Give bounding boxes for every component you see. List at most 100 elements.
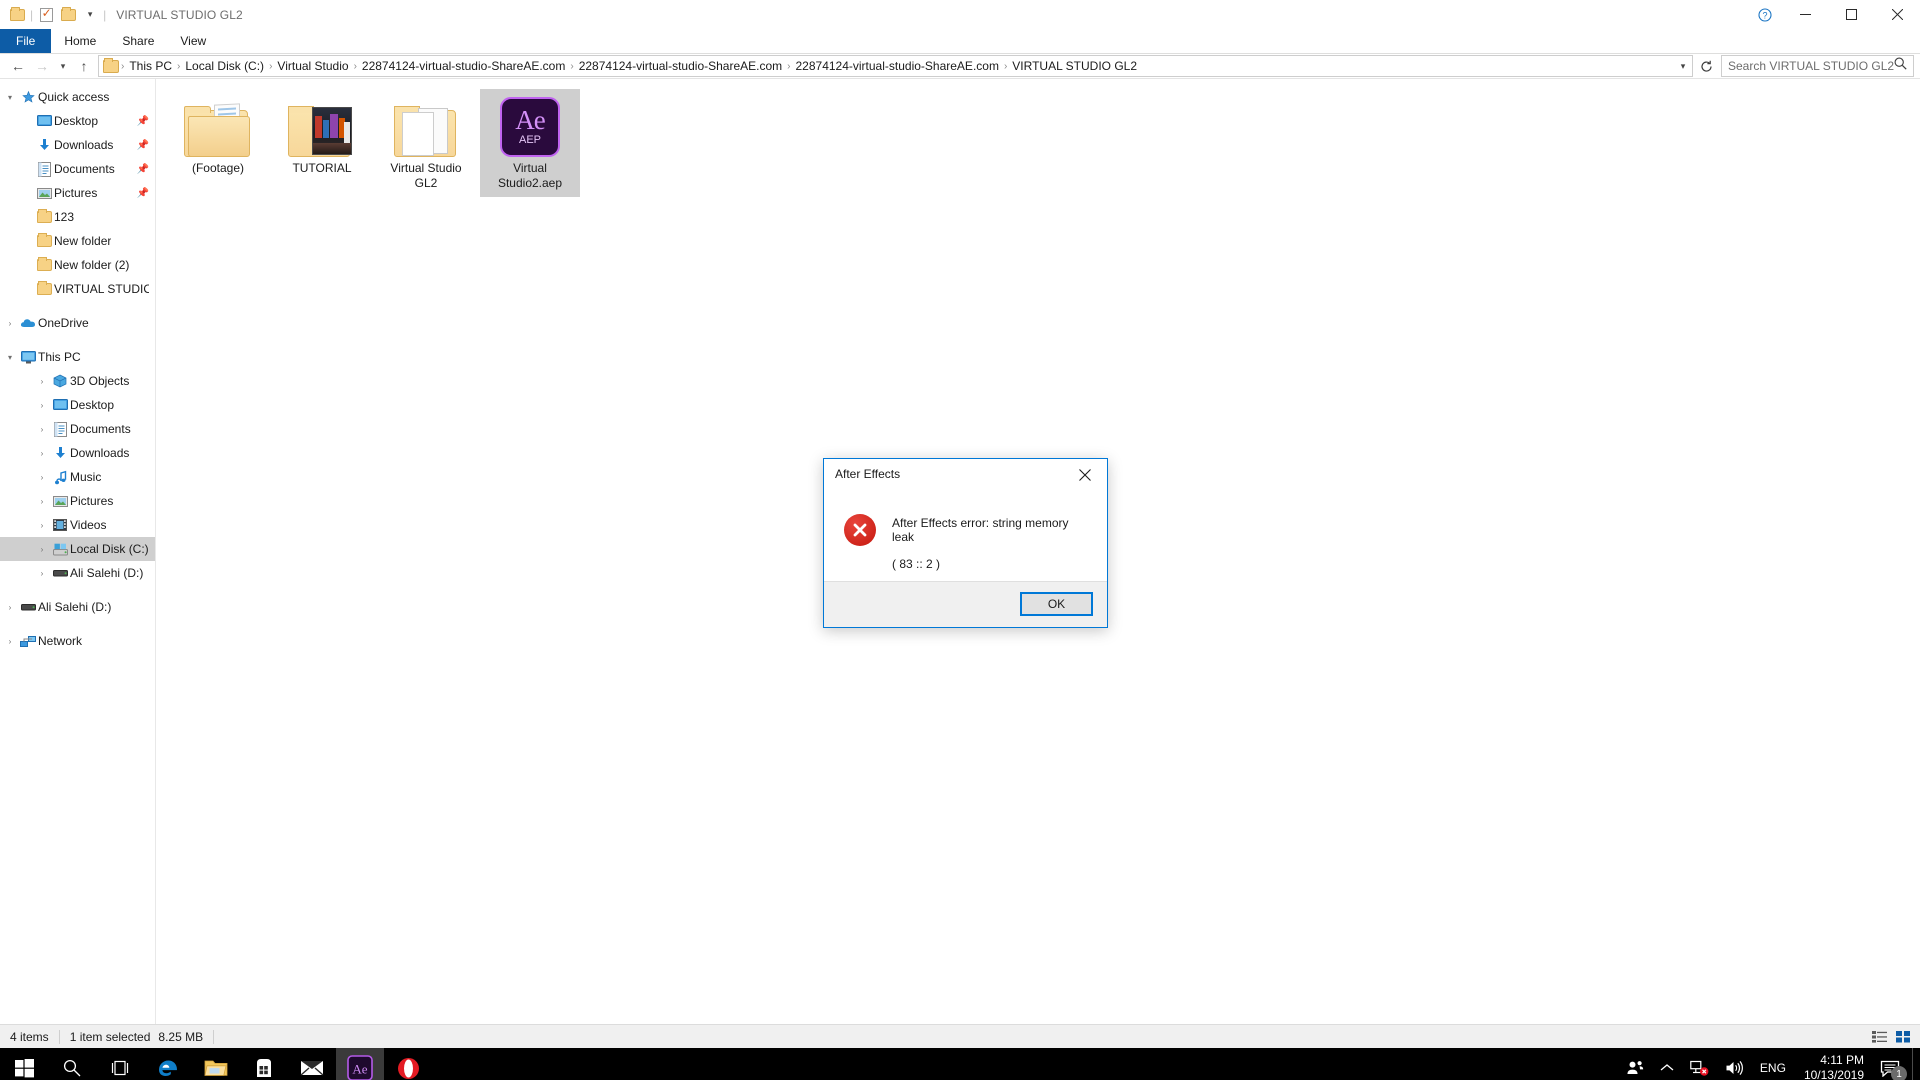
new-folder-icon[interactable] — [57, 4, 79, 26]
language-indicator[interactable]: ENG — [1752, 1048, 1794, 1080]
file-item-tutorial[interactable]: TUTORIAL — [272, 89, 372, 197]
sidebar-item-pc-desktop[interactable]: › Desktop — [0, 393, 155, 417]
sidebar-item-music[interactable]: › Music — [0, 465, 155, 489]
minimize-button[interactable] — [1782, 0, 1828, 29]
sidebar-item-pc-documents[interactable]: › Documents — [0, 417, 155, 441]
up-button[interactable]: ↑ — [72, 55, 96, 77]
search-box[interactable] — [1721, 55, 1914, 77]
chevron-right-icon[interactable]: › — [34, 473, 50, 482]
sidebar-item-desktop[interactable]: Desktop 📌 — [0, 109, 155, 133]
file-item-virtual-studio-gl2[interactable]: Virtual Studio GL2 — [376, 89, 476, 197]
breadcrumb-item-shareae-3[interactable]: 22874124-virtual-studio-ShareAE.com — [792, 59, 1003, 73]
file-grid: (Footage) TUTORIAL Virtual Studio GL2 Ae… — [166, 89, 1920, 197]
chevron-right-icon[interactable]: › — [34, 569, 50, 578]
sidebar-item-3d-objects[interactable]: › 3D Objects — [0, 369, 155, 393]
sidebar-item-new-folder[interactable]: New folder — [0, 229, 155, 253]
sidebar-item-123[interactable]: 123 — [0, 205, 155, 229]
chevron-right-icon[interactable]: › — [34, 545, 50, 554]
tab-view[interactable]: View — [167, 29, 219, 53]
nav-label: Videos — [70, 518, 107, 532]
pin-icon[interactable]: 📌 — [137, 164, 149, 175]
sidebar-item-virtual-studio-gl[interactable]: VIRTUAL STUDIO Gl — [0, 277, 155, 301]
after-effects-error-dialog[interactable]: After Effects After Effects error: strin… — [823, 458, 1108, 628]
chevron-right-icon[interactable]: › — [2, 603, 18, 612]
sidebar-item-network[interactable]: › Network — [0, 629, 155, 653]
recent-locations-button[interactable]: ▾ — [54, 55, 72, 77]
address-dropdown-icon[interactable]: ▾ — [1674, 56, 1692, 76]
clock[interactable]: 4:11 PM 10/13/2019 — [1794, 1048, 1874, 1080]
chevron-up-icon[interactable] — [1652, 1048, 1682, 1080]
address-bar[interactable]: › This PC › Local Disk (C:) › Virtual St… — [98, 55, 1693, 77]
chevron-right-icon[interactable]: › — [34, 449, 50, 458]
folder-icon[interactable] — [6, 4, 28, 26]
people-icon[interactable] — [1618, 1048, 1652, 1080]
sidebar-item-this-pc[interactable]: ▾ This PC — [0, 345, 155, 369]
sidebar-item-pc-downloads[interactable]: › Downloads — [0, 441, 155, 465]
back-button[interactable]: ← — [6, 55, 30, 77]
dialog-close-button[interactable] — [1063, 459, 1107, 490]
forward-button[interactable]: → — [30, 55, 54, 77]
sidebar-item-new-folder-2[interactable]: New folder (2) — [0, 253, 155, 277]
sidebar-item-videos[interactable]: › Videos — [0, 513, 155, 537]
chevron-right-icon[interactable]: › — [34, 497, 50, 506]
chevron-right-icon[interactable]: › — [2, 319, 18, 328]
breadcrumb-item-shareae-1[interactable]: 22874124-virtual-studio-ShareAE.com — [358, 59, 569, 73]
chevron-down-icon[interactable]: ▾ — [2, 353, 18, 362]
pin-icon[interactable]: 📌 — [137, 140, 149, 151]
show-desktop-button[interactable] — [1912, 1048, 1920, 1080]
task-view-button[interactable] — [96, 1048, 144, 1080]
file-item-virtual-studio2-aep[interactable]: Ae AEP Virtual Studio2.aep — [480, 89, 580, 197]
sidebar-item-pc-pictures[interactable]: › Pictures — [0, 489, 155, 513]
start-button[interactable] — [0, 1048, 48, 1080]
store-taskbar-icon[interactable] — [240, 1048, 288, 1080]
navigation-pane[interactable]: ▾ Quick access Desktop 📌 Downloads 📌 Doc… — [0, 79, 156, 1024]
sidebar-item-pictures[interactable]: Pictures 📌 — [0, 181, 155, 205]
properties-icon[interactable] — [35, 4, 57, 26]
volume-icon[interactable] — [1717, 1048, 1752, 1080]
search-input[interactable] — [1728, 59, 1894, 73]
chevron-right-icon[interactable]: › — [34, 521, 50, 530]
pin-icon[interactable]: 📌 — [137, 188, 149, 199]
breadcrumb-item-this-pc[interactable]: This PC — [125, 59, 176, 73]
file-explorer-taskbar-icon[interactable] — [192, 1048, 240, 1080]
file-item-footage[interactable]: (Footage) — [168, 89, 268, 197]
sidebar-item-onedrive[interactable]: › OneDrive — [0, 311, 155, 335]
chevron-down-icon[interactable]: ▾ — [79, 4, 101, 26]
nav-group-quick-access[interactable]: ▾ Quick access — [0, 85, 155, 109]
close-button[interactable] — [1874, 0, 1920, 29]
breadcrumb-item-local-disk[interactable]: Local Disk (C:) — [181, 59, 268, 73]
large-icons-view-icon[interactable] — [1894, 1028, 1912, 1046]
chevron-right-icon[interactable]: › — [2, 637, 18, 646]
breadcrumb-item-virtual-studio[interactable]: Virtual Studio — [273, 59, 352, 73]
pin-icon[interactable]: 📌 — [137, 116, 149, 127]
sidebar-item-ali-salehi-d[interactable]: › Ali Salehi (D:) — [0, 595, 155, 619]
edge-taskbar-icon[interactable] — [144, 1048, 192, 1080]
notifications-icon[interactable]: 1 — [1874, 1048, 1912, 1080]
ribbon-tabs: File Home Share View — [0, 29, 1920, 54]
tab-file[interactable]: File — [0, 29, 52, 53]
sidebar-item-documents[interactable]: Documents 📌 — [0, 157, 155, 181]
tab-share[interactable]: Share — [109, 29, 167, 53]
refresh-icon[interactable] — [1695, 55, 1717, 77]
chevron-right-icon[interactable]: › — [34, 425, 50, 434]
chevron-right-icon[interactable]: › — [34, 401, 50, 410]
downloads-icon — [34, 138, 54, 152]
chevron-down-icon[interactable]: ▾ — [2, 93, 18, 102]
search-icon[interactable] — [1894, 57, 1907, 75]
sidebar-item-downloads[interactable]: Downloads 📌 — [0, 133, 155, 157]
sidebar-item-ali-salehi-d-nested[interactable]: › Ali Salehi (D:) — [0, 561, 155, 585]
tab-home[interactable]: Home — [51, 29, 109, 53]
help-icon[interactable]: ? — [1748, 0, 1782, 29]
mail-taskbar-icon[interactable] — [288, 1048, 336, 1080]
details-view-icon[interactable] — [1870, 1028, 1888, 1046]
ok-button[interactable]: OK — [1020, 592, 1093, 617]
sidebar-item-local-disk-c[interactable]: › Local Disk (C:) — [0, 537, 155, 561]
after-effects-taskbar-icon[interactable]: Ae — [336, 1048, 384, 1080]
breadcrumb-item-current[interactable]: VIRTUAL STUDIO GL2 — [1008, 59, 1141, 73]
chevron-right-icon[interactable]: › — [34, 377, 50, 386]
maximize-button[interactable] — [1828, 0, 1874, 29]
opera-taskbar-icon[interactable] — [384, 1048, 432, 1080]
search-taskbar-button[interactable] — [48, 1048, 96, 1080]
network-error-icon[interactable] — [1682, 1048, 1717, 1080]
breadcrumb-item-shareae-2[interactable]: 22874124-virtual-studio-ShareAE.com — [575, 59, 786, 73]
